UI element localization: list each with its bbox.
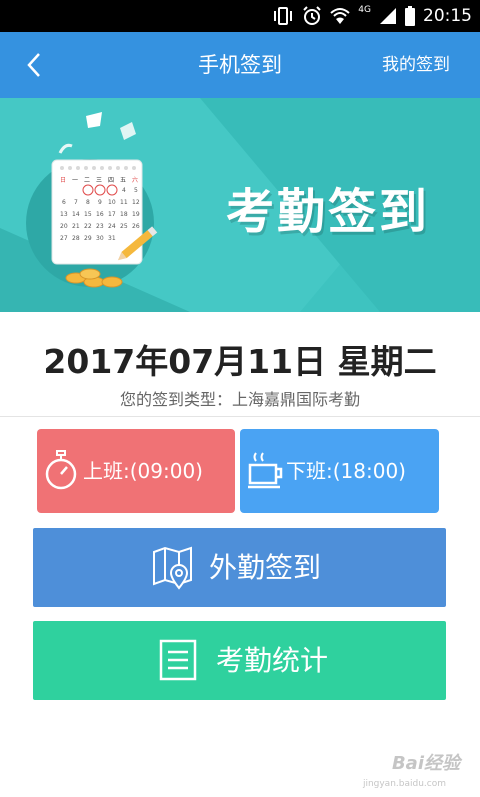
attendance-stats-button[interactable]: 考勤统计: [33, 621, 446, 700]
svg-text:28: 28: [72, 235, 80, 242]
svg-text:22: 22: [84, 223, 92, 230]
off-duty-button[interactable]: 下班:(18:00): [240, 429, 439, 513]
svg-text:13: 13: [60, 211, 68, 218]
svg-text:五: 五: [120, 177, 126, 184]
signal-icon: [380, 8, 396, 24]
svg-text:6: 6: [62, 199, 66, 206]
svg-text:15: 15: [84, 211, 92, 218]
svg-text:26: 26: [132, 223, 140, 230]
svg-text:二: 二: [84, 177, 90, 184]
field-signin-label: 外勤签到: [209, 551, 322, 584]
svg-text:21: 21: [72, 223, 80, 230]
svg-text:7: 7: [74, 199, 78, 206]
svg-text:日: 日: [60, 177, 66, 184]
field-signin-button[interactable]: 外勤签到: [33, 528, 446, 607]
off-duty-label: 下班:(18:00): [286, 459, 406, 483]
svg-text:16: 16: [96, 211, 104, 218]
svg-text:30: 30: [96, 235, 104, 242]
app-header: 手机签到 我的签到: [0, 32, 480, 98]
svg-text:23: 23: [96, 223, 104, 230]
watermark-brand: Bai经验: [391, 753, 460, 774]
svg-text:8: 8: [86, 199, 90, 206]
svg-text:12: 12: [132, 199, 140, 206]
status-time: 20:15: [423, 6, 472, 26]
svg-text:31: 31: [108, 235, 116, 242]
status-icons: 4G 20:15: [272, 4, 472, 28]
network-label: 4G: [358, 5, 371, 15]
svg-text:六: 六: [132, 176, 138, 184]
coffee-cup-icon: [248, 452, 283, 489]
svg-text:14: 14: [72, 211, 80, 218]
wifi-icon: [330, 8, 350, 24]
on-duty-label: 上班:(09:00): [83, 459, 203, 483]
svg-text:9: 9: [98, 199, 102, 206]
on-duty-button[interactable]: 上班:(09:00): [37, 429, 235, 513]
document-list-icon: [159, 639, 197, 681]
svg-text:18: 18: [120, 211, 128, 218]
calendar-illustration-icon: 日一二 三四五六 4 5 6 7 8 9 10 11 12 13 14 15 16 17 18 19 20…: [26, 112, 158, 288]
svg-text:24: 24: [108, 223, 116, 230]
map-pin-icon: [153, 546, 192, 590]
watermark-url: jingyan.baidu.com: [362, 779, 446, 789]
my-signin-link[interactable]: 我的签到: [382, 32, 450, 98]
svg-text:20: 20: [60, 223, 68, 230]
signin-type: 您的签到类型：上海嘉鼎国际考勤: [119, 390, 360, 409]
svg-text:17: 17: [108, 211, 116, 218]
svg-text:19: 19: [132, 211, 140, 218]
svg-text:4: 4: [122, 187, 126, 194]
alarm-icon: [303, 6, 322, 25]
svg-text:25: 25: [120, 223, 128, 230]
svg-text:27: 27: [60, 235, 68, 242]
banner: 日一二 三四五六 4 5 6 7 8 9 10 11 12 13 14 15 16 17 18 19 20…: [0, 98, 480, 312]
svg-text:29: 29: [84, 235, 92, 242]
svg-text:一: 一: [72, 177, 78, 184]
svg-text:11: 11: [120, 199, 128, 206]
svg-text:三: 三: [96, 177, 102, 184]
divider: [0, 416, 480, 417]
svg-text:5: 5: [134, 187, 138, 194]
vibrate-icon: [274, 7, 293, 25]
status-bar: 4G 20:15: [0, 0, 480, 32]
battery-icon: [405, 6, 415, 26]
banner-title: 考勤签到: [226, 184, 431, 240]
svg-text:10: 10: [108, 199, 116, 206]
attendance-stats-label: 考勤统计: [216, 644, 329, 677]
current-date: 2017年07月11日 星期二: [43, 342, 437, 381]
svg-text:四: 四: [108, 177, 114, 184]
stopwatch-icon: [45, 450, 77, 490]
